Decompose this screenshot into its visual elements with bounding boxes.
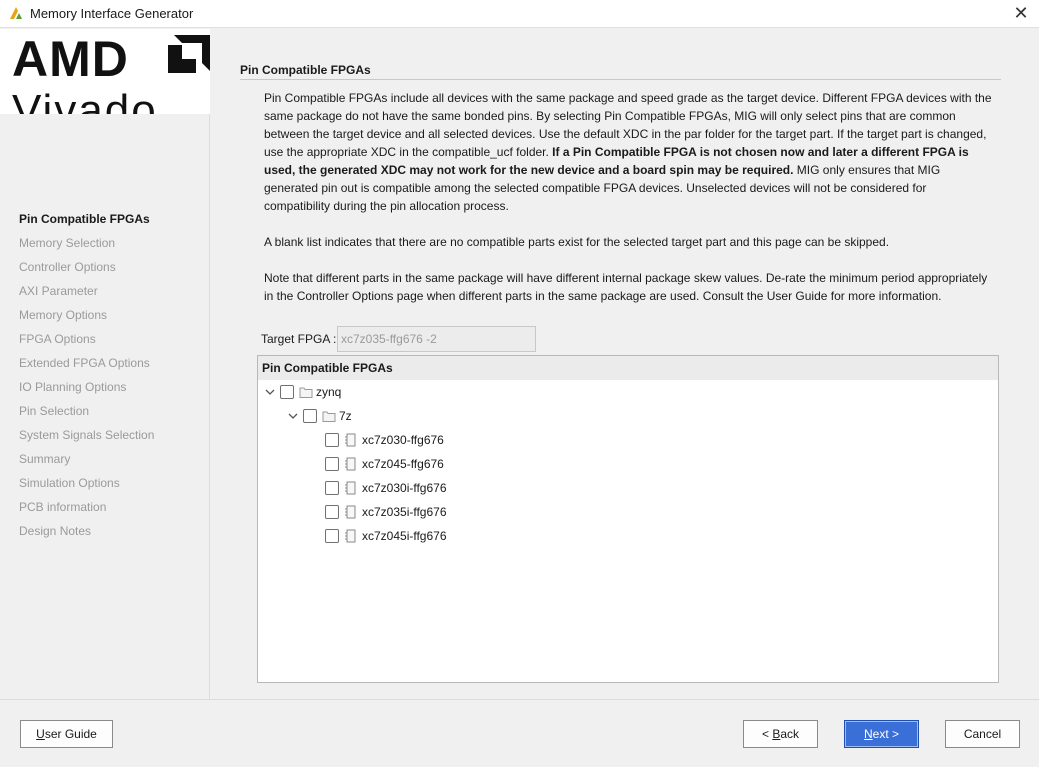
chip-icon — [345, 505, 356, 519]
step-pin-selection[interactable]: Pin Selection — [19, 403, 154, 427]
part-checkbox[interactable] — [325, 433, 339, 447]
tree-part: xc7z045i-ffg676 — [325, 525, 447, 547]
title-bar: Memory Interface Generator ✕ — [0, 0, 1039, 28]
subfamily-label: 7z — [339, 409, 352, 423]
cancel-button[interactable]: Cancel — [945, 720, 1020, 748]
logo-product: Vivado — [12, 86, 158, 115]
part-label: xc7z045i-ffg676 — [362, 529, 447, 543]
folder-icon — [299, 387, 313, 398]
family-checkbox[interactable] — [280, 385, 294, 399]
step-pcb-information[interactable]: PCB information — [19, 499, 154, 523]
step-axi-parameter[interactable]: AXI Parameter — [19, 283, 154, 307]
subfamily-checkbox[interactable] — [303, 409, 317, 423]
vivado-logo-icon — [10, 7, 22, 19]
target-fpga-label: Target FPGA : — [261, 332, 337, 346]
page-title: Pin Compatible FPGAs — [240, 63, 371, 77]
part-label: xc7z035i-ffg676 — [362, 505, 447, 519]
part-label: xc7z030i-ffg676 — [362, 481, 447, 495]
pin-compatible-tree: Pin Compatible FPGAs zynq 7z xc7z030-ffg… — [257, 355, 999, 683]
chevron-down-icon[interactable] — [287, 410, 299, 422]
part-label: xc7z030-ffg676 — [362, 433, 444, 447]
folder-icon — [322, 411, 336, 422]
next-label: ext > — [872, 727, 900, 741]
tree-node-family: zynq — [264, 381, 341, 403]
user-guide-button[interactable]: User Guide — [20, 720, 113, 748]
step-system-signals-selection[interactable]: System Signals Selection — [19, 427, 154, 451]
tree-part: xc7z045-ffg676 — [325, 453, 444, 475]
amd-vivado-logo: AMD Vivado — [0, 29, 210, 114]
part-checkbox[interactable] — [325, 457, 339, 471]
tree-part: xc7z035i-ffg676 — [325, 501, 447, 523]
user-guide-mnemonic: U — [36, 727, 45, 741]
part-checkbox[interactable] — [325, 481, 339, 495]
step-extended-fpga-options[interactable]: Extended FPGA Options — [19, 355, 154, 379]
back-label: ack — [780, 727, 800, 741]
tree-header: Pin Compatible FPGAs — [258, 356, 998, 380]
user-guide-label: ser Guide — [44, 727, 97, 741]
chevron-down-icon[interactable] — [264, 386, 276, 398]
description-paragraph-3: Note that different parts in the same pa… — [264, 271, 988, 303]
back-button[interactable]: < Back — [743, 720, 818, 748]
description-paragraph-2: A blank list indicates that there are no… — [264, 235, 890, 249]
step-memory-options[interactable]: Memory Options — [19, 307, 154, 331]
step-design-notes[interactable]: Design Notes — [19, 523, 154, 547]
step-summary[interactable]: Summary — [19, 451, 154, 475]
step-fpga-options[interactable]: FPGA Options — [19, 331, 154, 355]
window-title: Memory Interface Generator — [30, 6, 194, 21]
logo-brand: AMD — [12, 31, 129, 87]
chip-icon — [345, 529, 356, 543]
title-divider — [240, 79, 1001, 80]
tree-part: xc7z030-ffg676 — [325, 429, 444, 451]
tree-node-subfamily: 7z — [287, 405, 352, 427]
description-paragraph-1: Pin Compatible FPGAs include all devices… — [264, 89, 994, 215]
step-memory-selection[interactable]: Memory Selection — [19, 235, 154, 259]
chip-icon — [345, 433, 356, 447]
main-panel: Pin Compatible FPGAs Pin Compatible FPGA… — [211, 29, 1039, 699]
description: Pin Compatible FPGAs include all devices… — [264, 89, 994, 323]
amd-arrow-icon — [168, 35, 210, 73]
tree-part: xc7z030i-ffg676 — [325, 477, 447, 499]
step-simulation-options[interactable]: Simulation Options — [19, 475, 154, 499]
back-prefix: < — [761, 727, 773, 741]
part-checkbox[interactable] — [325, 505, 339, 519]
button-bar: User Guide < Back Next > Cancel — [0, 699, 1039, 767]
next-mnemonic: N — [863, 727, 873, 741]
next-button[interactable]: Next > — [844, 720, 919, 748]
target-fpga-field — [337, 326, 536, 352]
part-label: xc7z045-ffg676 — [362, 457, 444, 471]
step-pin-compatible-fpgas[interactable]: Pin Compatible FPGAs — [19, 211, 154, 235]
step-controller-options[interactable]: Controller Options — [19, 259, 154, 283]
chip-icon — [345, 481, 356, 495]
part-checkbox[interactable] — [325, 529, 339, 543]
sidebar: AMD Vivado Pin Compatible FPGAs Memory S… — [0, 29, 210, 699]
chip-icon — [345, 457, 356, 471]
wizard-steps: Pin Compatible FPGAs Memory Selection Co… — [19, 211, 154, 547]
step-io-planning-options[interactable]: IO Planning Options — [19, 379, 154, 403]
close-icon[interactable]: ✕ — [1009, 2, 1033, 24]
family-label: zynq — [316, 385, 342, 399]
